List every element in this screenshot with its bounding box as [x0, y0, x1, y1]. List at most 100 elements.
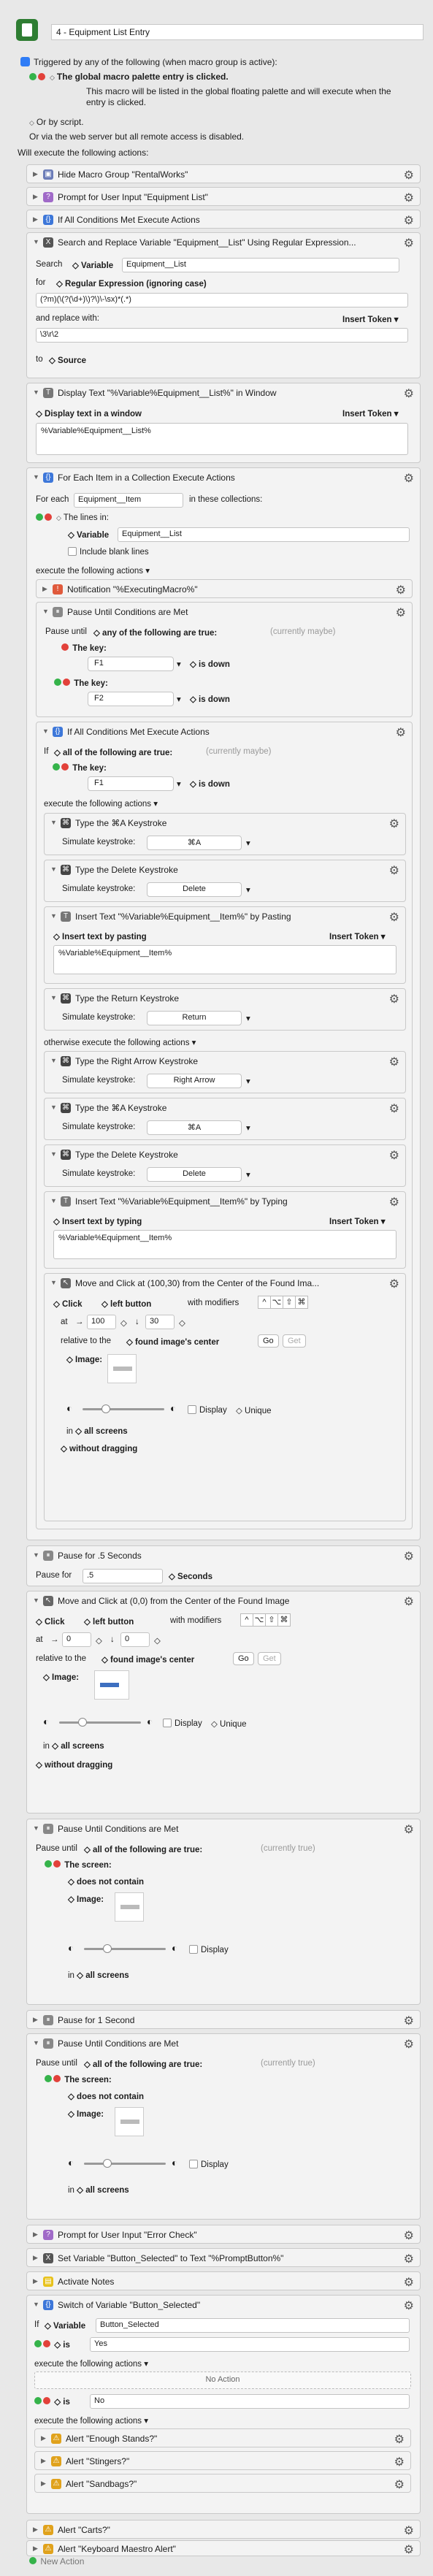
action-switch[interactable]: ▼ {} Switch of Variable "Button_Selected" ⚙…	[26, 2295, 421, 2514]
insert-text-area[interactable]: %Variable%Equipment__Item%	[53, 945, 396, 974]
fuzziness-slider[interactable]	[83, 1404, 164, 1413]
x-field[interactable]: 0	[62, 1632, 91, 1647]
image-well[interactable]	[107, 1354, 137, 1383]
action-alert-stingers[interactable]: ▶ ⚠ Alert "Stingers?" ⚙	[34, 2451, 411, 2470]
disclosure-icon[interactable]: ▼	[33, 2039, 39, 2046]
disclosure-icon[interactable]: ▼	[33, 1597, 39, 1604]
disclosure-icon[interactable]: ▼	[50, 819, 57, 826]
gear-icon[interactable]: ⚙	[404, 471, 414, 486]
item-variable-field[interactable]: Equipment__Item	[74, 493, 183, 508]
disclosure-icon[interactable]: ▼	[42, 727, 49, 735]
remove-icon[interactable]	[53, 1860, 61, 1868]
disclosure-icon[interactable]: ▼	[50, 994, 57, 1001]
variable-popup[interactable]: ◇ Variable	[68, 530, 109, 540]
add-icon[interactable]	[45, 1860, 52, 1868]
new-action-button[interactable]: New Action	[29, 2556, 84, 2567]
gear-icon[interactable]: ⚙	[389, 863, 399, 878]
disclosure-icon[interactable]: ▼	[33, 389, 39, 396]
remove-icon[interactable]	[61, 643, 69, 651]
or-script[interactable]: ◇ Or by script.	[29, 117, 84, 127]
disclosure-icon[interactable]: ▼	[33, 1551, 39, 1559]
gear-icon[interactable]: ⚙	[404, 2298, 414, 2313]
keystroke-field[interactable]: ⌘A	[147, 1120, 242, 1135]
slider-knob[interactable]	[103, 1944, 112, 1953]
collection-variable-field[interactable]: Equipment__List	[118, 527, 410, 542]
is-down-popup[interactable]: ◇ is down	[190, 694, 230, 704]
action-hide-group[interactable]: ▶ ▣ Hide Macro Group "RentalWorks" ⚙	[26, 164, 421, 183]
add-icon[interactable]	[34, 2397, 42, 2404]
image-popup[interactable]: ◇ Image:	[68, 1894, 104, 1904]
action-move-click-2[interactable]: ▼ ↖ Move and Click at (0,0) from the Cente…	[26, 1591, 421, 1813]
add-icon[interactable]	[29, 73, 37, 80]
disclosure-icon[interactable]: ▼	[50, 1104, 57, 1111]
keystroke-popup[interactable]: ▾	[246, 1013, 250, 1023]
gear-icon[interactable]: ⚙	[404, 191, 414, 205]
gear-icon[interactable]: ⚙	[404, 1594, 414, 1609]
key-pressed-popup[interactable]: ▾	[177, 779, 181, 789]
disclosure-icon[interactable]: ▶	[33, 2526, 38, 2534]
regex-popup[interactable]: ◇ Regular Expression (ignoring case)	[56, 278, 207, 288]
is-down-popup[interactable]: ◇ is down	[190, 779, 230, 789]
action-pause-05[interactable]: ▼ ⏸ Pause for .5 Seconds ⚙ Pause for .5 ◇ S…	[26, 1545, 421, 1586]
insert-token-button[interactable]: Insert Token ▾	[342, 314, 399, 324]
action-type-cmd-a-1[interactable]: ▼ ⌘ Type the ⌘A Keystroke ⚙ Simulate keystr…	[44, 813, 406, 855]
disclosure-icon[interactable]: ▼	[50, 865, 57, 873]
slider-knob[interactable]	[101, 1404, 110, 1413]
keystroke-popup[interactable]: ▾	[246, 884, 250, 895]
control-modifier[interactable]: ^	[240, 1613, 253, 1627]
action-if-all-1[interactable]: ▶ {} If All Conditions Met Execute Actions…	[26, 210, 421, 229]
action-if-all-2[interactable]: ▼ {} If All Conditions Met Execute Actions…	[36, 722, 413, 1529]
is-down-popup[interactable]: ◇ is down	[190, 659, 230, 669]
disclosure-icon[interactable]: ▼	[50, 1057, 57, 1064]
gear-icon[interactable]: ⚙	[394, 2432, 405, 2447]
trigger-checkbox[interactable]	[20, 57, 30, 66]
disclosure-icon[interactable]: ▼	[50, 1197, 57, 1204]
gear-icon[interactable]: ⚙	[404, 1549, 414, 1564]
remove-icon[interactable]	[43, 2340, 50, 2347]
get-button[interactable]: Get	[283, 1334, 306, 1348]
search-pattern-field[interactable]: (?m)(\(?(\d+)\)?\)\-\sx)*(.*)	[36, 293, 408, 307]
display-checkbox[interactable]: Display	[189, 2160, 229, 2169]
gear-icon[interactable]: ⚙	[404, 2228, 414, 2243]
click-popup[interactable]: ◇ Click	[36, 1616, 65, 1627]
add-icon[interactable]	[34, 2340, 42, 2347]
action-insert-paste[interactable]: ▼ T Insert Text "%Variable%Equipment__Item…	[44, 906, 406, 984]
action-type-return[interactable]: ▼ ⌘ Type the Return Keystroke ⚙ Simulate ke…	[44, 988, 406, 1031]
to-popup[interactable]: ◇ Source	[49, 355, 86, 365]
gear-icon[interactable]: ⚙	[404, 2523, 414, 2538]
display-checkbox[interactable]: Display	[188, 1405, 227, 1415]
insert-mode-popup[interactable]: ◇ Insert text by pasting	[53, 931, 147, 941]
gear-icon[interactable]: ⚙	[389, 1101, 399, 1116]
action-type-cmd-a-2[interactable]: ▼ ⌘ Type the ⌘A Keystroke ⚙ Simulate keystr…	[44, 1098, 406, 1140]
insert-token-button[interactable]: Insert Token ▾	[329, 931, 386, 941]
fuzziness-slider[interactable]	[84, 2159, 166, 2168]
key-pressed-popup[interactable]: ▾	[177, 694, 181, 704]
disclosure-icon[interactable]: ▶	[33, 170, 38, 178]
disclosure-icon[interactable]: ▼	[33, 1824, 39, 1832]
action-alert-stands[interactable]: ▶ ⚠ Alert "Enough Stands?" ⚙	[34, 2428, 411, 2447]
option-modifier[interactable]: ⌥	[270, 1296, 283, 1309]
action-display-text[interactable]: ▼ T Display Text "%Variable%Equipment__Lis…	[26, 383, 421, 463]
disclosure-icon[interactable]: ▼	[50, 1150, 57, 1158]
disclosure-icon[interactable]: ▼	[33, 473, 39, 481]
action-activate-notes[interactable]: ▶ ▤ Activate Notes ⚙	[26, 2271, 421, 2290]
seconds-popup[interactable]: ◇ Seconds	[169, 1571, 212, 1581]
gear-icon[interactable]: ⚙	[404, 168, 414, 183]
gear-icon[interactable]: ⚙	[404, 2542, 414, 2557]
add-icon[interactable]	[45, 2075, 52, 2082]
remove-icon[interactable]	[45, 513, 52, 521]
action-pause-until-3[interactable]: ▼ ⏸ Pause Until Conditions are Met ⚙ Pause …	[26, 2033, 421, 2220]
gear-icon[interactable]: ⚙	[389, 1277, 399, 1291]
unique-popup[interactable]: ◇ Unique	[236, 1405, 272, 1415]
switch-variable-field[interactable]: Button_Selected	[96, 2318, 410, 2333]
dragging-popup[interactable]: ◇ without dragging	[36, 1759, 112, 1770]
stepper[interactable]: ◇	[96, 1635, 102, 1646]
macro-name-field[interactable]: 4 - Equipment List Entry	[51, 24, 424, 40]
slider-knob[interactable]	[103, 2159, 112, 2168]
button-popup[interactable]: ◇ left button	[84, 1616, 134, 1627]
action-type-right-arrow[interactable]: ▼ ⌘ Type the Right Arrow Keystroke ⚙ Simula…	[44, 1051, 406, 1093]
action-alert-carts[interactable]: ▶ ⚠ Alert "Carts?" ⚙	[26, 2520, 421, 2539]
action-pause-until-2[interactable]: ▼ ⏸ Pause Until Conditions are Met ⚙ Pause …	[26, 1819, 421, 2005]
variable-popup[interactable]: ◇ Variable	[72, 260, 113, 270]
screens-popup[interactable]: ◇ all screens	[52, 1742, 104, 1751]
